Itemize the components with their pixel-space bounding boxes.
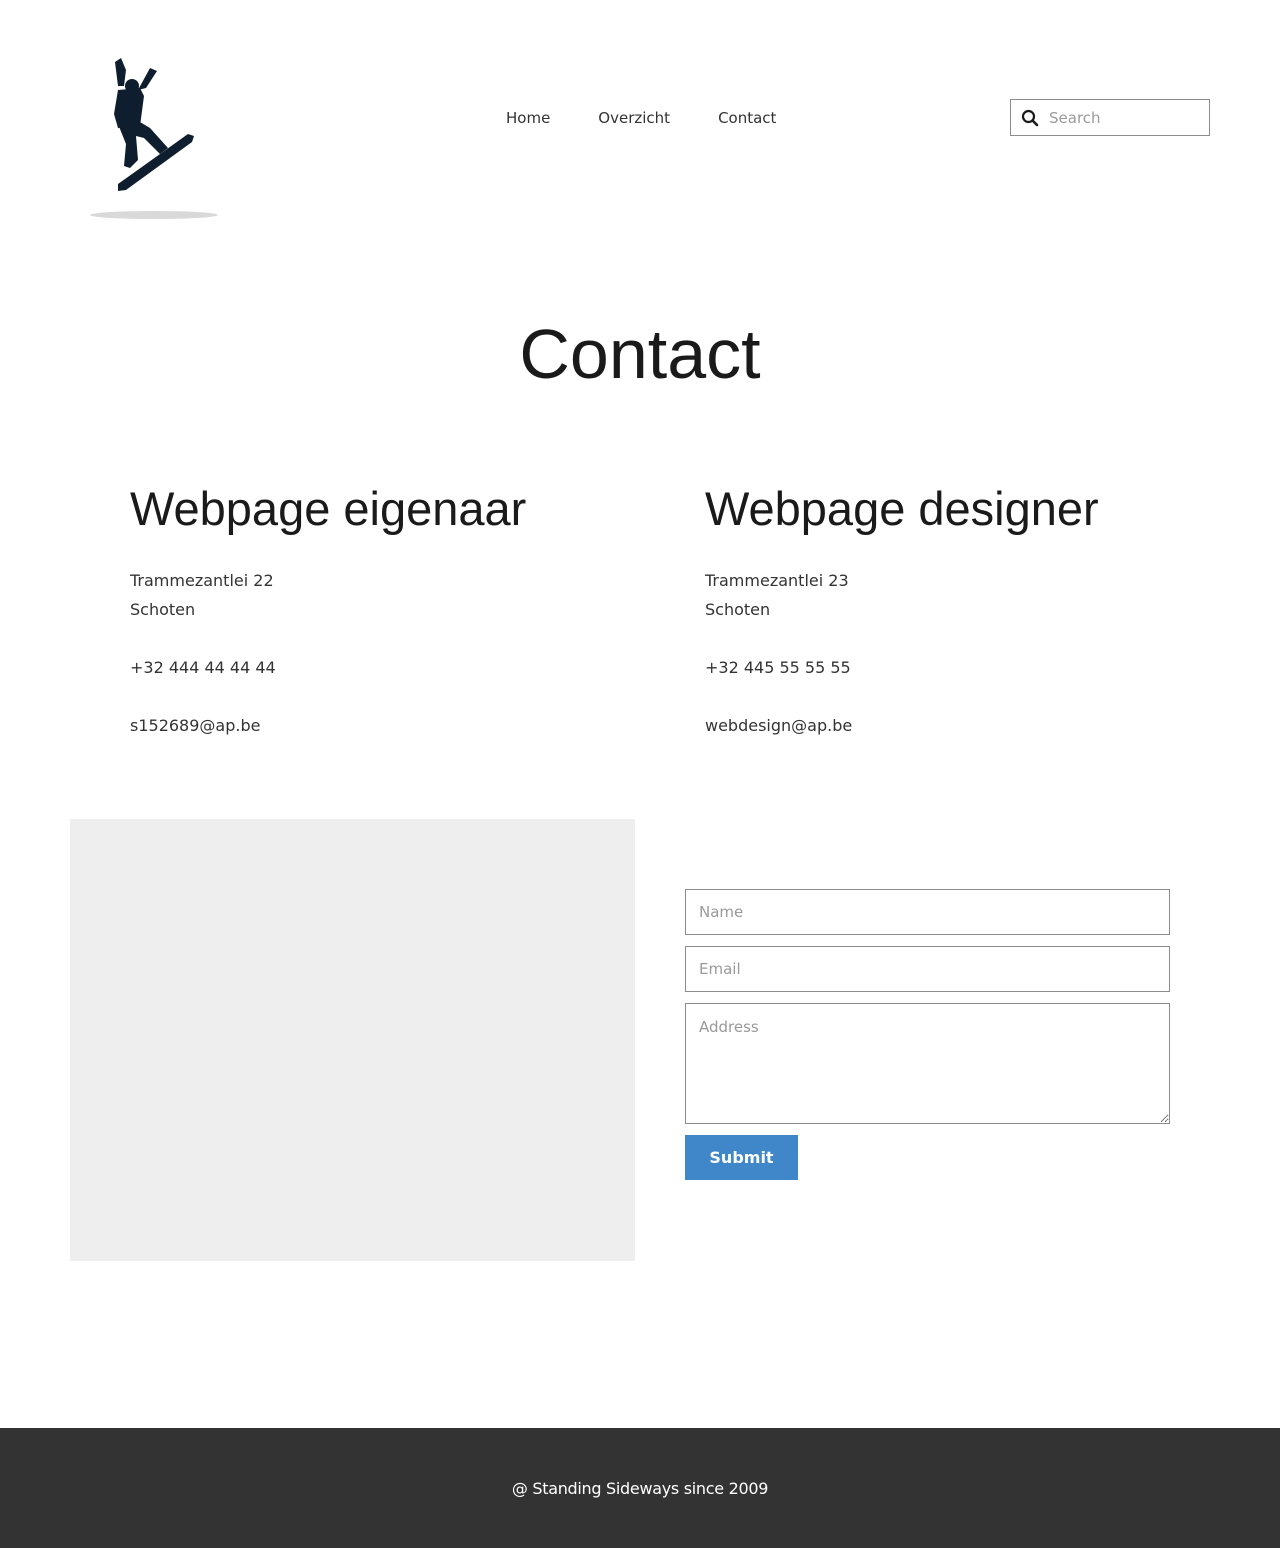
name-input[interactable] bbox=[685, 889, 1170, 935]
designer-heading: Webpage designer bbox=[705, 482, 1099, 535]
snowboarder-logo-icon[interactable] bbox=[88, 56, 220, 224]
designer-contact-block: Webpage designer Trammezantlei 23 Schote… bbox=[705, 480, 1265, 740]
main-nav: Home Overzicht Contact bbox=[506, 108, 776, 128]
submit-button[interactable]: Submit bbox=[685, 1135, 798, 1180]
search-input[interactable] bbox=[1049, 101, 1199, 134]
contact-form: Submit bbox=[685, 889, 1170, 1180]
designer-city: Schoten bbox=[705, 600, 771, 619]
designer-phone: +32 445 55 55 55 bbox=[705, 658, 851, 677]
search-box bbox=[1010, 99, 1210, 136]
site-header: Home Overzicht Contact bbox=[0, 0, 1280, 240]
nav-contact-link[interactable]: Contact bbox=[718, 108, 776, 128]
owner-city: Schoten bbox=[130, 600, 196, 619]
owner-phone: +32 444 44 44 44 bbox=[130, 658, 276, 677]
search-icon[interactable] bbox=[1011, 100, 1049, 135]
site-footer: @ Standing Sideways since 2009 bbox=[0, 1428, 1280, 1548]
designer-street: Trammezantlei 23 bbox=[705, 571, 849, 590]
footer-text: @ Standing Sideways since 2009 bbox=[511, 1478, 769, 1498]
email-input[interactable] bbox=[685, 946, 1170, 992]
map-placeholder bbox=[70, 819, 635, 1261]
owner-street: Trammezantlei 22 bbox=[130, 571, 274, 590]
owner-heading: Webpage eigenaar bbox=[130, 482, 527, 535]
nav-overzicht-link[interactable]: Overzicht bbox=[598, 108, 670, 128]
page-title: Contact bbox=[519, 315, 761, 393]
owner-contact-block: Webpage eigenaar Trammezantlei 22 Schote… bbox=[130, 480, 690, 740]
nav-home-link[interactable]: Home bbox=[506, 108, 550, 128]
address-textarea[interactable] bbox=[685, 1003, 1170, 1124]
owner-email: s152689@ap.be bbox=[130, 716, 261, 735]
designer-email: webdesign@ap.be bbox=[705, 716, 853, 735]
